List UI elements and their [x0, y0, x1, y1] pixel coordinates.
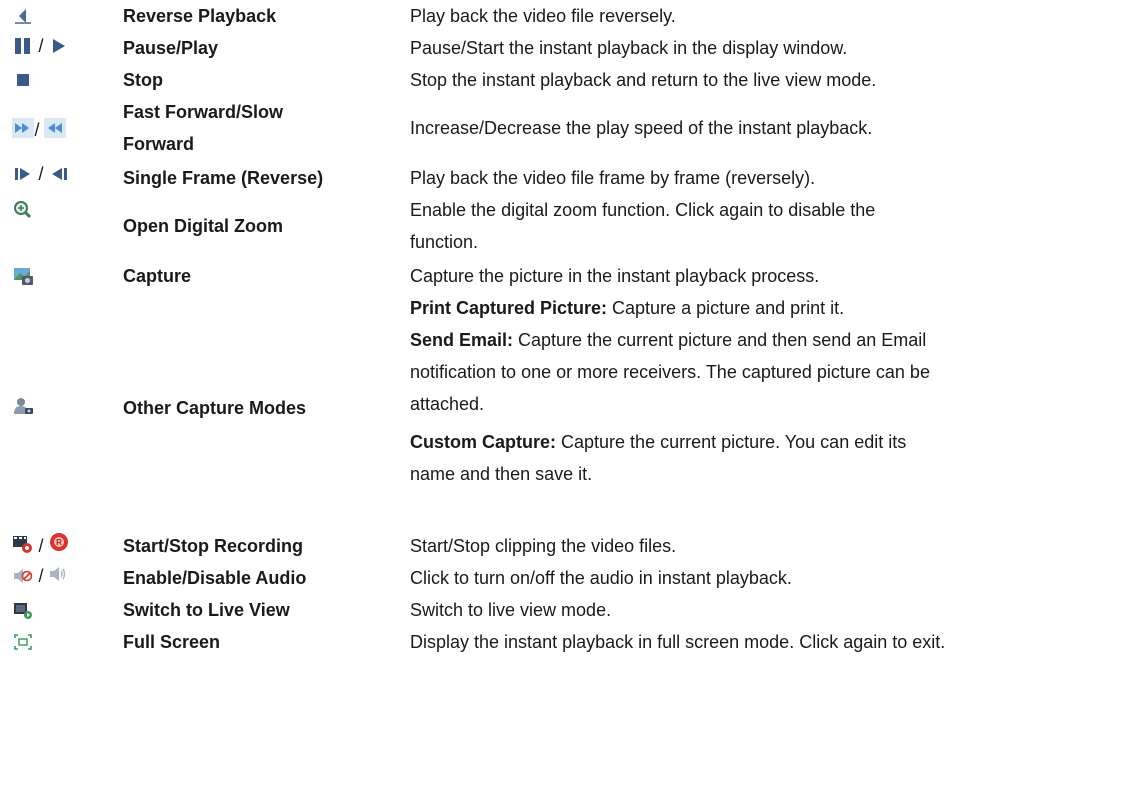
icon-cell: / R [8, 530, 118, 562]
row-description: Play back the video file frame by frame … [410, 168, 816, 188]
capture-mode-text: notification to one or more receivers. T… [410, 362, 930, 382]
icon-separator: / [38, 164, 44, 184]
capture-mode-text: Capture the current picture and then sen… [513, 330, 927, 350]
row-name: Open Digital Zoom [123, 216, 283, 236]
row-description: Click to turn on/off the audio in instan… [410, 568, 792, 588]
icon-cell [8, 64, 118, 96]
row-name: Capture [123, 266, 192, 286]
table-row: Reverse Playback Play back the video fil… [0, 0, 1133, 32]
row-name-line: Fast Forward/Slow [123, 102, 284, 122]
row-description: Display the instant playback in full scr… [410, 632, 946, 652]
row-name: Fast Forward/Slow Forward [123, 96, 403, 160]
table-row: Full Screen Display the instant playback… [0, 626, 1133, 658]
row-description: Increase/Decrease the play speed of the … [410, 118, 873, 138]
row-description: Stop the instant playback and return to … [410, 70, 877, 90]
row-name: Stop [123, 70, 163, 90]
icon-cell [8, 0, 118, 32]
capture-mode-item: Send Email: Capture the current picture … [410, 324, 1133, 420]
table-row: Open Digital Zoom Enable the digital zoo… [0, 194, 1133, 260]
capture-mode-text: name and then save it. [410, 464, 593, 484]
table-row: Capture Capture the picture in the insta… [0, 260, 1133, 292]
icon-cell [8, 260, 118, 292]
live-view-icon [12, 600, 34, 620]
row-name: Start/Stop Recording [123, 536, 304, 556]
row-description: Capture the picture in the instant playb… [410, 266, 820, 286]
icon-cell [8, 292, 118, 524]
audio-on-icon [48, 564, 70, 584]
capture-modes-list: Print Captured Picture: Capture a pictur… [410, 292, 1133, 490]
single-frame-reverse-icon [48, 164, 70, 184]
single-frame-icon [12, 164, 34, 184]
table-row: / Single Frame (Reverse) Play back the v… [0, 160, 1133, 194]
icon-cell: / [8, 32, 118, 64]
row-name: Reverse Playback [123, 6, 277, 26]
capture-icon [12, 266, 34, 286]
icon-separator: / [34, 120, 40, 140]
row-name: Switch to Live View [123, 600, 290, 620]
other-capture-icon [12, 396, 34, 416]
row-name: Pause/Play [123, 38, 219, 58]
table-row: / Enable/Disable Audio Click to turn on/… [0, 562, 1133, 594]
capture-mode-text: Capture the current picture. You can edi… [556, 432, 907, 452]
icon-cell: / [8, 562, 118, 594]
play-icon [48, 36, 70, 56]
icon-cell [8, 594, 118, 626]
fast-forward-icon [12, 118, 34, 138]
table-row: Switch to Live View Switch to live view … [0, 594, 1133, 626]
capture-mode-text: attached. [410, 394, 485, 414]
capture-mode-item: Custom Capture: Capture the current pict… [410, 426, 1133, 490]
capture-mode-label: Print Captured Picture: [410, 298, 608, 318]
icon-cell: / [8, 96, 118, 160]
icon-cell [8, 626, 118, 658]
row-name: Single Frame (Reverse) [123, 168, 324, 188]
reverse-playback-icon [12, 6, 34, 26]
table-row: / Pause/Play Pause/Start the instant pla… [0, 32, 1133, 64]
stop-icon [12, 70, 34, 90]
capture-mode-item: Print Captured Picture: Capture a pictur… [410, 292, 1133, 324]
slow-forward-icon [44, 118, 66, 138]
full-screen-icon [12, 632, 34, 652]
row-description: Switch to live view mode. [410, 600, 612, 620]
capture-mode-label: Custom Capture: [410, 432, 557, 452]
description-line: Enable the digital zoom function. Click … [410, 200, 876, 220]
digital-zoom-icon [12, 200, 34, 220]
row-name: Other Capture Modes [123, 398, 307, 418]
row-name: Enable/Disable Audio [123, 568, 307, 588]
table-row: Stop Stop the instant playback and retur… [0, 64, 1133, 96]
toolbar-reference-table: Reverse Playback Play back the video fil… [0, 0, 1133, 652]
row-name: Full Screen [123, 632, 221, 652]
row-description: Play back the video file reversely. [410, 6, 676, 26]
row-description: Start/Stop clipping the video files. [410, 536, 677, 556]
pause-icon [12, 36, 34, 56]
description-line: function. [410, 232, 479, 252]
table-row: / Fast Forward/Slow Forward Increase/Dec… [0, 96, 1133, 160]
stop-recording-icon: R [48, 532, 70, 552]
row-name-line: Forward [123, 134, 195, 154]
icon-cell [8, 194, 118, 260]
audio-off-icon [12, 566, 34, 586]
start-recording-icon [12, 534, 34, 554]
icon-cell: / [8, 160, 118, 194]
capture-mode-text: Capture a picture and print it. [607, 298, 845, 318]
icon-separator: / [38, 566, 44, 586]
table-row: / R Start/Stop Recording Start/Stop clip… [0, 530, 1133, 562]
capture-mode-label: Send Email: [410, 330, 514, 350]
icon-separator: / [38, 536, 44, 556]
icon-separator: / [38, 36, 44, 56]
svg-text:R: R [56, 538, 62, 547]
table-row: Other Capture Modes Print Captured Pictu… [0, 292, 1133, 524]
row-description: Pause/Start the instant playback in the … [410, 38, 848, 58]
row-description: Enable the digital zoom function. Click … [410, 194, 1133, 258]
